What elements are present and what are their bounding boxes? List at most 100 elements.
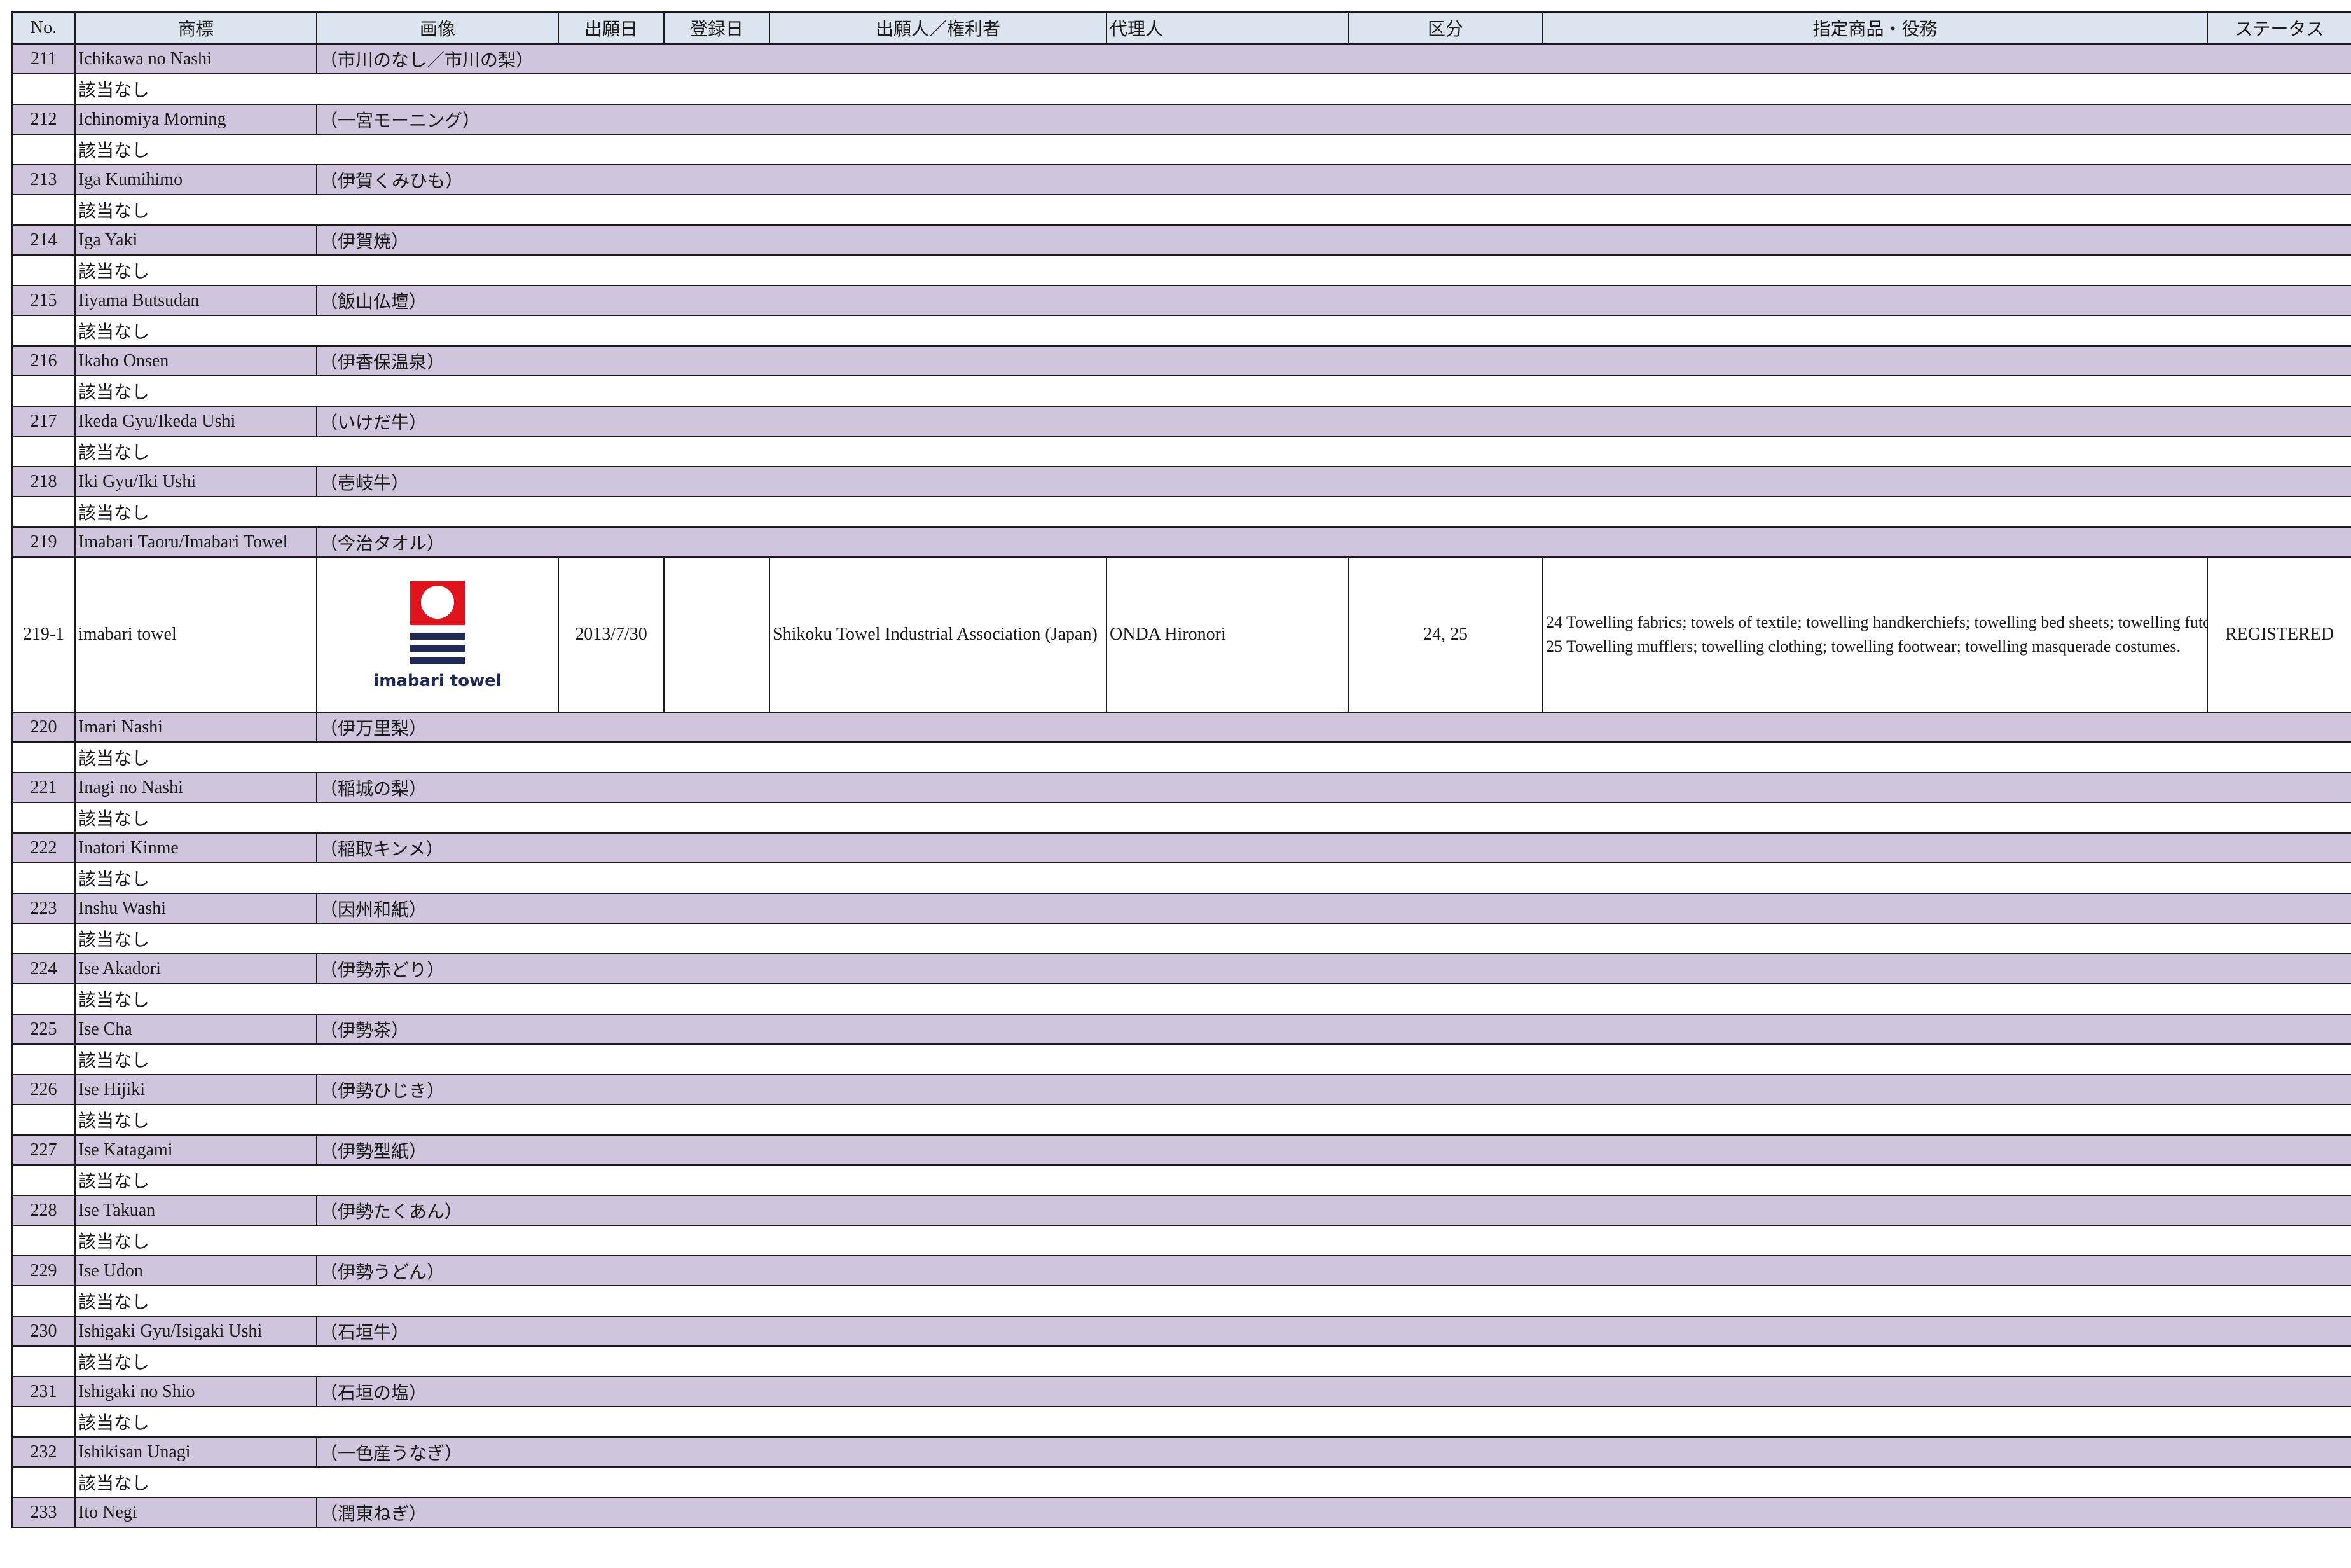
- logo-text: imabari towel: [373, 671, 502, 691]
- table-row: 232 Ishikisan Unagi （一色産うなぎ）: [11, 1436, 2351, 1468]
- entry-mark-name: Ishigaki Gyu/Isigaki Ushi: [74, 1316, 317, 1347]
- entry-mark-name: Ikeda Gyu/Ikeda Ushi: [74, 406, 317, 437]
- table-row: 217 Ikeda Gyu/Ikeda Ushi （いけだ牛）: [11, 406, 2351, 437]
- entry-japanese-name: （石垣の塩）: [316, 1376, 2351, 1407]
- empty-number-cell: [11, 1164, 76, 1196]
- empty-number-cell: [11, 1466, 76, 1498]
- empty-number-cell: [11, 436, 76, 467]
- table-row: 227 Ise Katagami （伊勢型紙）: [11, 1134, 2351, 1166]
- empty-number-cell: [11, 1406, 76, 1438]
- header-mark: 商標: [74, 11, 317, 45]
- table-row: 211 Ichikawa no Nashi （市川のなし／市川の梨）: [11, 43, 2351, 74]
- no-result-text: 該当なし: [74, 802, 2351, 834]
- no-result-text: 該当なし: [74, 254, 2351, 286]
- trademark-image-cell: imabari towel: [316, 556, 559, 713]
- table-row: 該当なし: [11, 73, 2351, 105]
- empty-number-cell: [11, 194, 76, 226]
- table-row: 220 Imari Nashi （伊万里梨）: [11, 712, 2351, 743]
- entry-japanese-name: （潤東ねぎ）: [316, 1497, 2351, 1528]
- imabari-towel-logo: imabari towel: [320, 579, 555, 691]
- entry-number: 226: [11, 1074, 76, 1105]
- header-goods: 指定商品・役務: [1542, 11, 2208, 45]
- no-result-text: 該当なし: [74, 1043, 2351, 1075]
- entry-number: 213: [11, 164, 76, 195]
- no-result-text: 該当なし: [74, 315, 2351, 347]
- entry-mark-name: Ishigaki no Shio: [74, 1376, 317, 1407]
- no-result-text: 該当なし: [74, 1225, 2351, 1256]
- empty-number-cell: [11, 496, 76, 528]
- goods-class-text: 24 Towelling fabrics; towels of textile;…: [1546, 613, 2206, 631]
- table-row: 該当なし: [11, 1043, 2351, 1075]
- trademark-table: No. 商標 画像 出願日 登録日 出願人／権利者 代理人 区分 指定商品・役務…: [11, 11, 2351, 1528]
- classes: 24, 25: [1348, 556, 1543, 713]
- table-row: 該当なし: [11, 436, 2351, 467]
- table-row: 該当なし: [11, 923, 2351, 954]
- empty-number-cell: [11, 862, 76, 894]
- table-row: 該当なし: [11, 1466, 2351, 1498]
- empty-number-cell: [11, 254, 76, 286]
- no-result-text: 該当なし: [74, 1164, 2351, 1196]
- empty-number-cell: [11, 315, 76, 347]
- entry-japanese-name: （伊勢茶）: [316, 1014, 2351, 1045]
- entry-japanese-name: （伊勢たくあん）: [316, 1195, 2351, 1226]
- empty-number-cell: [11, 1285, 76, 1317]
- empty-number-cell: [11, 375, 76, 407]
- entry-japanese-name: （伊勢うどん）: [316, 1255, 2351, 1286]
- empty-number-cell: [11, 1345, 76, 1377]
- table-row: 該当なし: [11, 315, 2351, 347]
- no-result-text: 該当なし: [74, 1406, 2351, 1438]
- entry-mark-name: Inatori Kinme: [74, 832, 317, 863]
- entry-japanese-name: （いけだ牛）: [316, 406, 2351, 437]
- no-result-text: 該当なし: [74, 194, 2351, 226]
- empty-number-cell: [11, 741, 76, 773]
- entry-mark-name: Ito Negi: [74, 1497, 317, 1528]
- entry-number: 224: [11, 953, 76, 984]
- table-row: 該当なし: [11, 134, 2351, 165]
- agent: ONDA Hironori: [1106, 556, 1349, 713]
- entry-mark-name: Inagi no Nashi: [74, 772, 317, 803]
- entry-number: 228: [11, 1195, 76, 1226]
- entry-japanese-name: （今治タオル）: [316, 526, 2351, 558]
- table-row: 229 Ise Udon （伊勢うどん）: [11, 1255, 2351, 1286]
- entry-japanese-name: （稲取キンメ）: [316, 832, 2351, 863]
- entry-japanese-name: （飯山仏壇）: [316, 285, 2351, 316]
- entry-number: 216: [11, 345, 76, 376]
- table-row: 221 Inagi no Nashi （稲城の梨）: [11, 772, 2351, 803]
- entry-mark-name: Ise Takuan: [74, 1195, 317, 1226]
- entry-mark-name: Iiyama Butsudan: [74, 285, 317, 316]
- no-result-text: 該当なし: [74, 375, 2351, 407]
- no-result-text: 該当なし: [74, 134, 2351, 165]
- table-row: 該当なし: [11, 983, 2351, 1015]
- empty-number-cell: [11, 983, 76, 1015]
- table-row: 224 Ise Akadori （伊勢赤どり）: [11, 953, 2351, 984]
- no-result-text: 該当なし: [74, 73, 2351, 105]
- no-result-text: 該当なし: [74, 862, 2351, 894]
- table-row: 該当なし: [11, 1406, 2351, 1438]
- entry-number: 221: [11, 772, 76, 803]
- detail-mark: imabari towel: [74, 556, 317, 713]
- empty-number-cell: [11, 134, 76, 165]
- header-filing-date: 出願日: [558, 11, 665, 45]
- header-registration-date: 登録日: [663, 11, 770, 45]
- entry-japanese-name: （伊香保温泉）: [316, 345, 2351, 376]
- entry-number: 233: [11, 1497, 76, 1528]
- no-result-text: 該当なし: [74, 1345, 2351, 1377]
- entry-mark-name: Imabari Taoru/Imabari Towel: [74, 526, 317, 558]
- entry-mark-name: Ise Udon: [74, 1255, 317, 1286]
- no-result-text: 該当なし: [74, 983, 2351, 1015]
- no-result-text: 該当なし: [74, 923, 2351, 954]
- no-result-text: 該当なし: [74, 741, 2351, 773]
- entry-japanese-name: （伊賀くみひも）: [316, 164, 2351, 195]
- goods-class-text: 25 Towelling mufflers; towelling clothin…: [1546, 637, 2181, 656]
- registration-date: [663, 556, 770, 713]
- entry-mark-name: Imari Nashi: [74, 712, 317, 743]
- no-result-text: 該当なし: [74, 496, 2351, 528]
- no-result-text: 該当なし: [74, 436, 2351, 467]
- entry-japanese-name: （石垣牛）: [316, 1316, 2351, 1347]
- table-row: 該当なし: [11, 375, 2351, 407]
- table-row: 212 Ichinomiya Morning （一宮モーニング）: [11, 104, 2351, 135]
- table-row: 233 Ito Negi （潤東ねぎ）: [11, 1497, 2351, 1528]
- no-result-text: 該当なし: [74, 1466, 2351, 1498]
- entry-number: 212: [11, 104, 76, 135]
- table-row: 該当なし: [11, 1164, 2351, 1196]
